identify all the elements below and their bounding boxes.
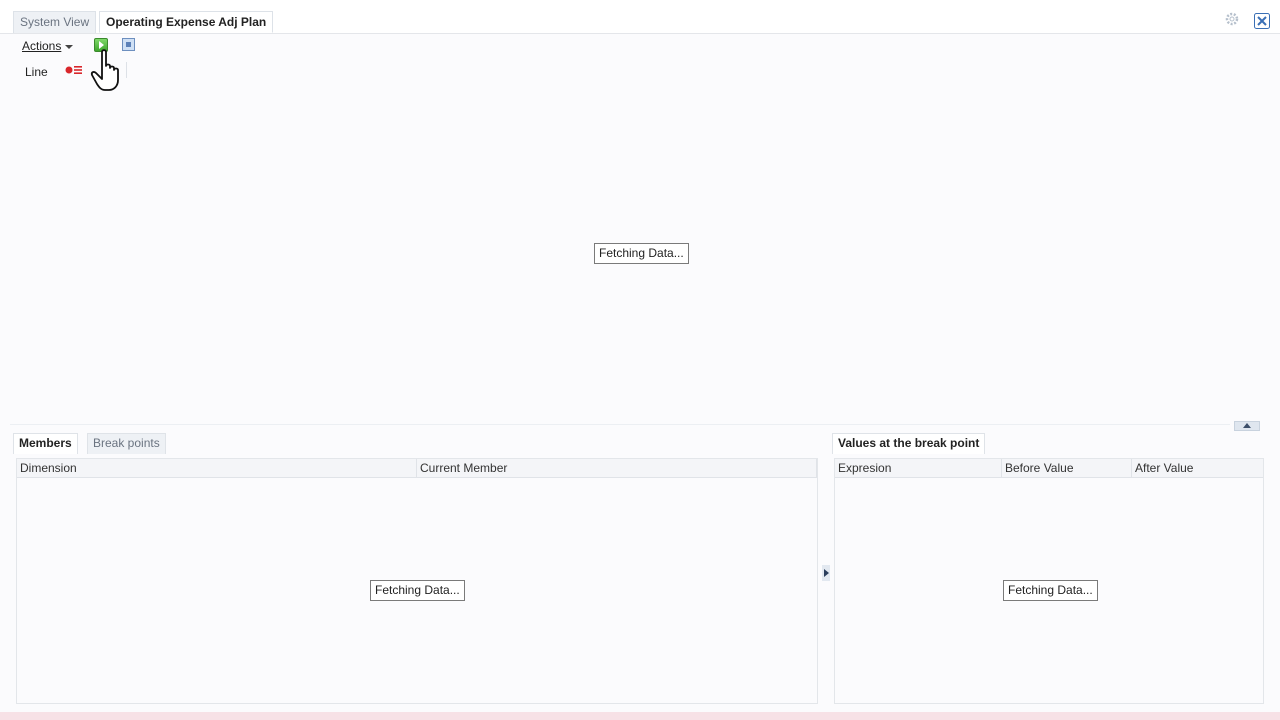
actions-menu[interactable]: Actions: [22, 39, 61, 53]
tab-break-points[interactable]: Break points: [87, 433, 166, 454]
break-values-panel-header: Values at the break point: [832, 433, 1002, 455]
collapse-panel-icon[interactable]: [822, 565, 830, 581]
members-fetching-indicator: Fetching Data...: [370, 580, 465, 601]
tab-bar: System View Operating Expense Adj Plan: [0, 0, 1280, 34]
toolbar: Actions: [0, 35, 1280, 59]
break-values-fetching-indicator: Fetching Data...: [1003, 580, 1098, 601]
values-at-break-point-title: Values at the break point: [832, 433, 986, 454]
break-values-grid-header: Expresion Before Value After Value: [835, 459, 1263, 478]
fetching-data-indicator: Fetching Data...: [594, 243, 689, 264]
tab-operating-expense-adj-plan[interactable]: Operating Expense Adj Plan: [99, 11, 274, 33]
settings-gear-icon[interactable]: [1224, 11, 1240, 27]
members-panel-tabs: Members Break points: [13, 433, 173, 455]
line-label: Line: [25, 65, 48, 79]
expand-up-icon[interactable]: [1234, 421, 1260, 431]
status-strip: [0, 712, 1280, 720]
column-header-expression[interactable]: Expresion: [835, 459, 1002, 478]
column-header-after-value[interactable]: After Value: [1132, 459, 1263, 478]
tab-system-view[interactable]: System View: [13, 11, 97, 33]
column-header-current-member[interactable]: Current Member: [417, 459, 817, 478]
hand-pointer-cursor-icon: [90, 49, 119, 91]
column-header-before-value[interactable]: Before Value: [1002, 459, 1132, 478]
close-icon[interactable]: [1254, 13, 1270, 29]
members-grid-header: Dimension Current Member: [17, 459, 817, 478]
breakpoint-toggle-icon[interactable]: [65, 64, 83, 76]
column-header-dimension[interactable]: Dimension: [17, 459, 417, 478]
splitter-divider: [10, 424, 1230, 425]
chevron-down-icon[interactable]: [65, 45, 73, 49]
line-toolbar: Line: [0, 60, 1280, 82]
tab-members[interactable]: Members: [13, 433, 78, 454]
